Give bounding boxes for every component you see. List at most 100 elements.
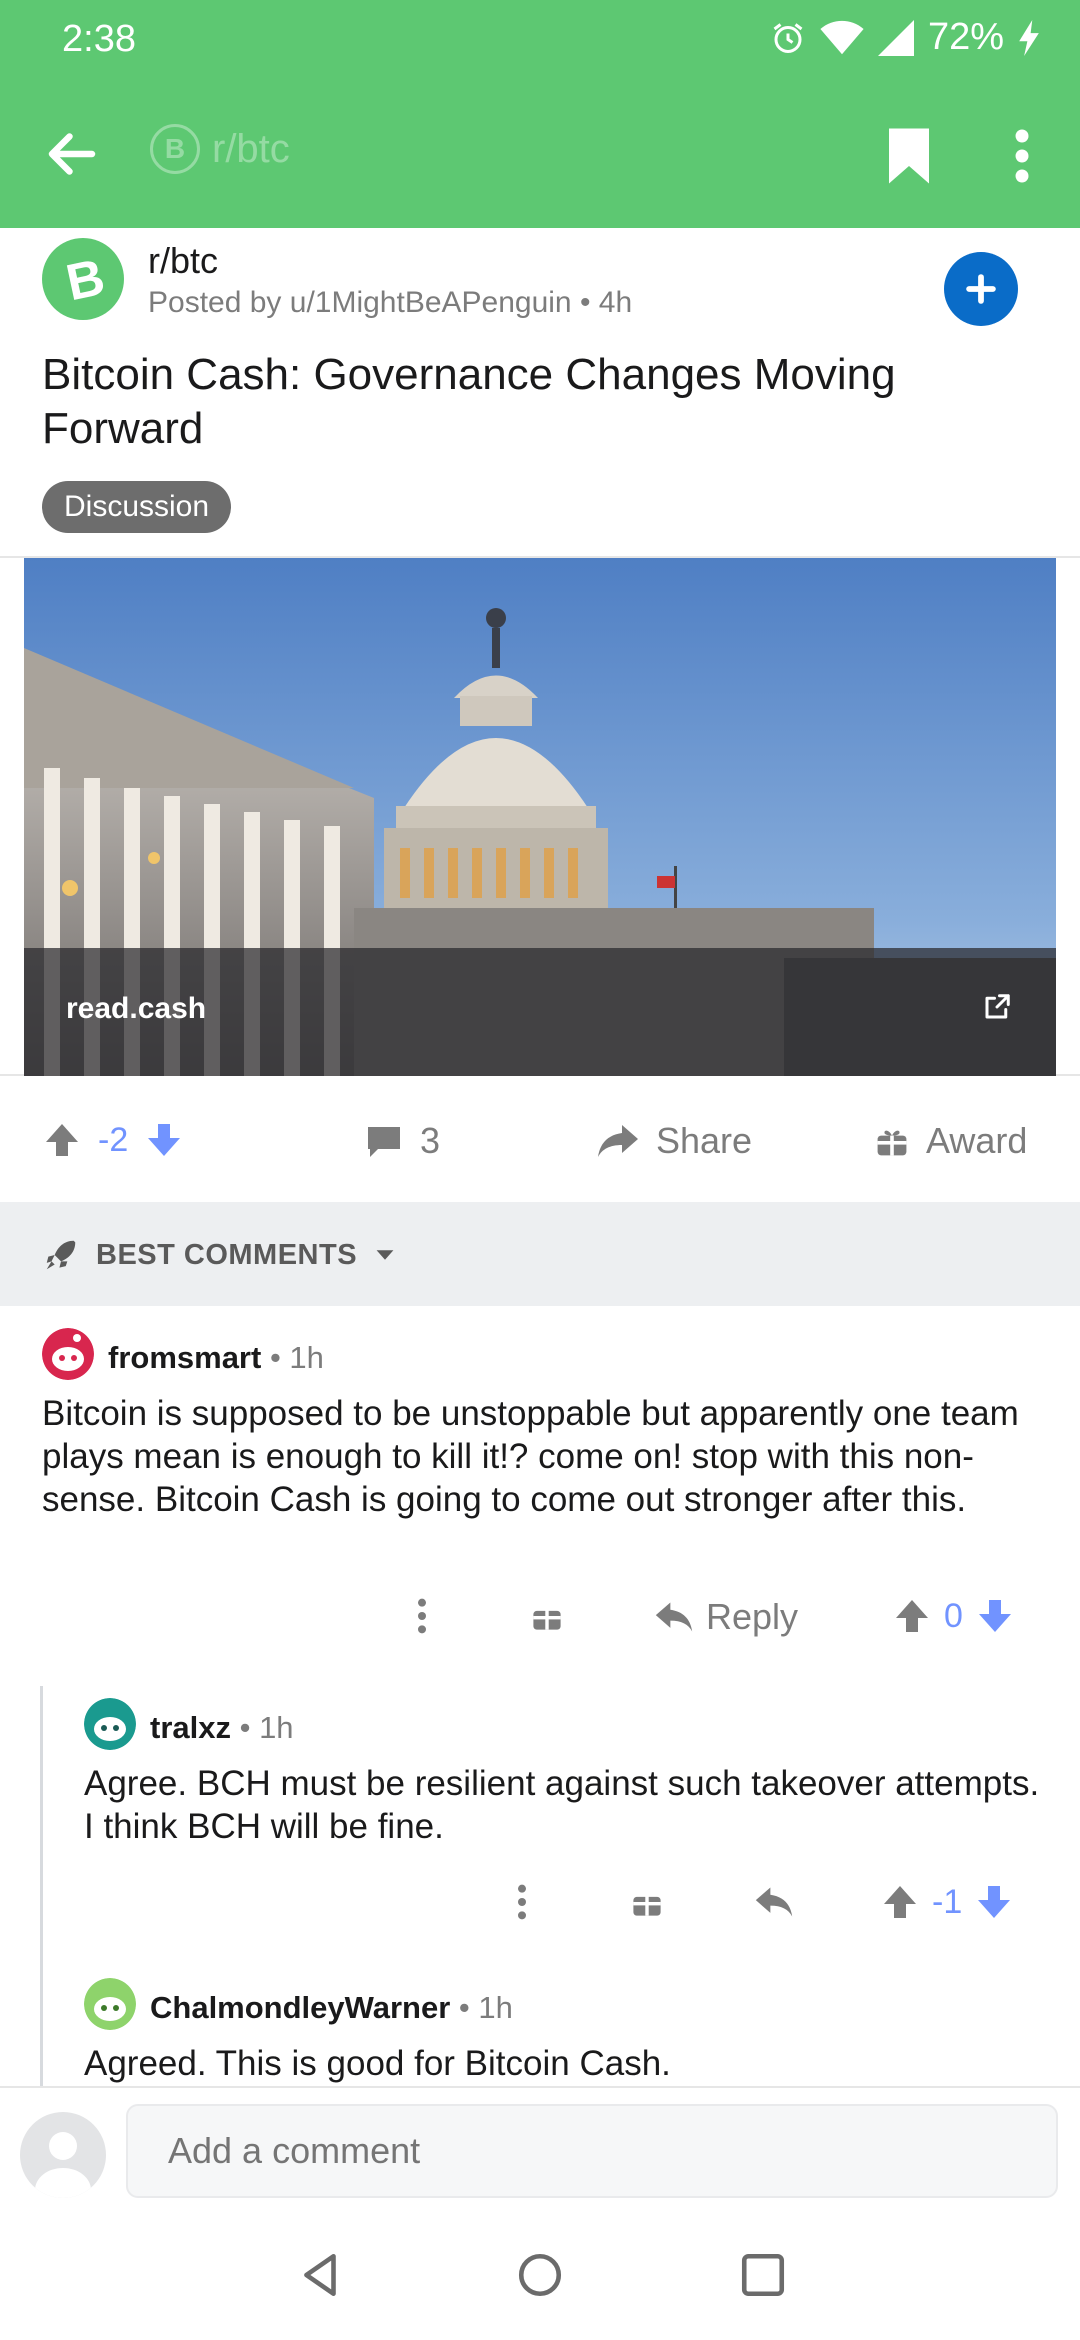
save-post-button[interactable] — [884, 126, 934, 186]
sort-selector[interactable]: BEST COMMENTS — [42, 1236, 397, 1274]
share-label: Share — [656, 1120, 753, 1161]
status-time: 2:38 — [62, 18, 136, 60]
back-button[interactable] — [42, 124, 102, 184]
link-domain: read.cash — [66, 992, 207, 1025]
rocket-icon — [46, 1240, 76, 1270]
upvote-icon[interactable] — [880, 1882, 920, 1922]
comment-more-button[interactable] — [410, 1596, 434, 1636]
appbar-subreddit: B r/btc — [150, 124, 290, 174]
arrow-left-icon — [48, 133, 96, 175]
gift-icon — [877, 1128, 907, 1156]
comment-avatar[interactable] — [42, 1328, 94, 1380]
share-icon — [598, 1125, 638, 1157]
comment-time: • 1h — [450, 1990, 513, 2025]
external-link-icon — [985, 994, 1010, 1019]
snoo-avatar-icon — [84, 1698, 136, 1750]
downvote-icon[interactable] — [974, 1882, 1014, 1922]
subreddit-avatar[interactable]: B — [42, 238, 124, 320]
battery-percent: 72% — [927, 16, 1004, 58]
upvote-icon[interactable] — [892, 1596, 932, 1636]
user-avatar — [20, 2112, 106, 2198]
comment-avatar[interactable] — [84, 1978, 136, 2030]
nav-recents-icon[interactable] — [738, 2250, 788, 2300]
reply-label: Reply — [706, 1596, 799, 1637]
sort-label: BEST COMMENTS — [96, 1238, 358, 1271]
subreddit-name[interactable]: r/btc — [148, 240, 218, 282]
more-vertical-icon — [518, 1884, 526, 1920]
comment-reply-button[interactable] — [754, 1882, 794, 1922]
link-preview-card[interactable]: read.cash — [0, 556, 1080, 1076]
comment-author-line: tralxz • 1h — [150, 1710, 294, 1746]
gift-icon — [533, 1604, 561, 1630]
comment-composer — [0, 2086, 1080, 2206]
share-button[interactable]: Share — [596, 1120, 752, 1162]
app-header: 2:38 72% B r/btc — [0, 0, 1080, 228]
comment-author[interactable]: tralxz — [150, 1710, 231, 1745]
downvote-icon[interactable] — [144, 1120, 184, 1160]
reply-icon — [755, 1887, 793, 1917]
comment-vote-group: -1 — [880, 1882, 1014, 1922]
comment-reply-button[interactable]: Reply — [654, 1596, 798, 1638]
comment-count: 3 — [420, 1120, 441, 1161]
bitcoin-cash-icon: B — [61, 251, 109, 307]
more-options-button[interactable] — [1000, 126, 1044, 186]
more-vertical-icon — [418, 1598, 426, 1634]
link-overlay: read.cash — [24, 948, 1056, 1076]
upvote-icon[interactable] — [42, 1120, 82, 1160]
comment-avatar[interactable] — [84, 1698, 136, 1750]
award-label: Award — [926, 1120, 1028, 1161]
wifi-icon — [820, 20, 864, 54]
post-action-bar: -2 3 Share Award — [0, 1100, 1080, 1200]
user-icon — [35, 2132, 91, 2198]
post-meta: Posted by u/1MightBeAPenguin • 4h — [148, 286, 633, 319]
comment-sort-bar[interactable]: BEST COMMENTS — [0, 1202, 1080, 1306]
thread-line — [40, 1686, 43, 2086]
signal-icon — [877, 19, 914, 56]
post-vote-group: -2 — [42, 1120, 184, 1160]
charging-icon — [1019, 19, 1039, 56]
plus-icon — [966, 274, 996, 304]
comment-award-button[interactable] — [630, 1884, 664, 1920]
comment-author[interactable]: ChalmondleyWarner — [150, 1990, 450, 2025]
nav-back-icon[interactable] — [296, 2250, 346, 2300]
status-bar: 2:38 72% — [0, 0, 1080, 80]
comment-score: -1 — [932, 1882, 963, 1921]
comment-input[interactable] — [126, 2104, 1058, 2198]
comment-award-button[interactable] — [530, 1598, 564, 1634]
alarm-icon — [773, 22, 803, 53]
bitcoin-icon: B — [150, 124, 200, 174]
comment-icon — [368, 1127, 400, 1157]
snoo-avatar-icon — [42, 1328, 94, 1380]
app-bar: B r/btc — [0, 110, 1080, 200]
more-vertical-icon — [1015, 129, 1029, 183]
post-score: -2 — [98, 1120, 129, 1159]
svg-text:B: B — [61, 251, 109, 307]
comment-body: Agreed. This is good for Bitcoin Cash. — [84, 2044, 671, 2083]
join-subreddit-button[interactable] — [944, 252, 1018, 326]
bookmark-icon — [889, 128, 929, 184]
reply-icon — [655, 1602, 693, 1632]
comment-vote-group: 0 — [892, 1596, 1015, 1636]
comment-body: Bitcoin is supposed to be unstoppable bu… — [42, 1394, 1019, 1519]
comment-score: 0 — [944, 1596, 963, 1635]
downvote-icon[interactable] — [975, 1596, 1015, 1636]
caret-down-icon — [376, 1250, 394, 1260]
comments-button[interactable]: 3 — [364, 1120, 440, 1162]
status-icons: 72% — [770, 16, 1040, 59]
post-flair: Discussion — [42, 481, 232, 533]
comment-time: • 1h — [230, 1710, 294, 1745]
comment-author[interactable]: fromsmart — [108, 1340, 261, 1375]
system-nav-bar — [0, 2206, 1080, 2340]
comment-more-button[interactable] — [510, 1882, 534, 1922]
link-thumbnail: read.cash — [24, 558, 1056, 1076]
comment-body: Agree. BCH must be resilient against suc… — [84, 1764, 1040, 1846]
appbar-subreddit-name: r/btc — [212, 126, 290, 171]
comment-author-line: fromsmart • 1h — [108, 1340, 324, 1376]
snoo-avatar-icon — [84, 1978, 136, 2030]
gift-icon — [633, 1890, 661, 1916]
comment-author-line: ChalmondleyWarner • 1h — [150, 1990, 513, 2026]
post-title: Bitcoin Cash: Governance Changes Moving … — [42, 350, 896, 453]
nav-home-icon[interactable] — [515, 2250, 565, 2300]
award-button[interactable]: Award — [874, 1120, 1027, 1162]
comment-time: • 1h — [261, 1340, 324, 1375]
